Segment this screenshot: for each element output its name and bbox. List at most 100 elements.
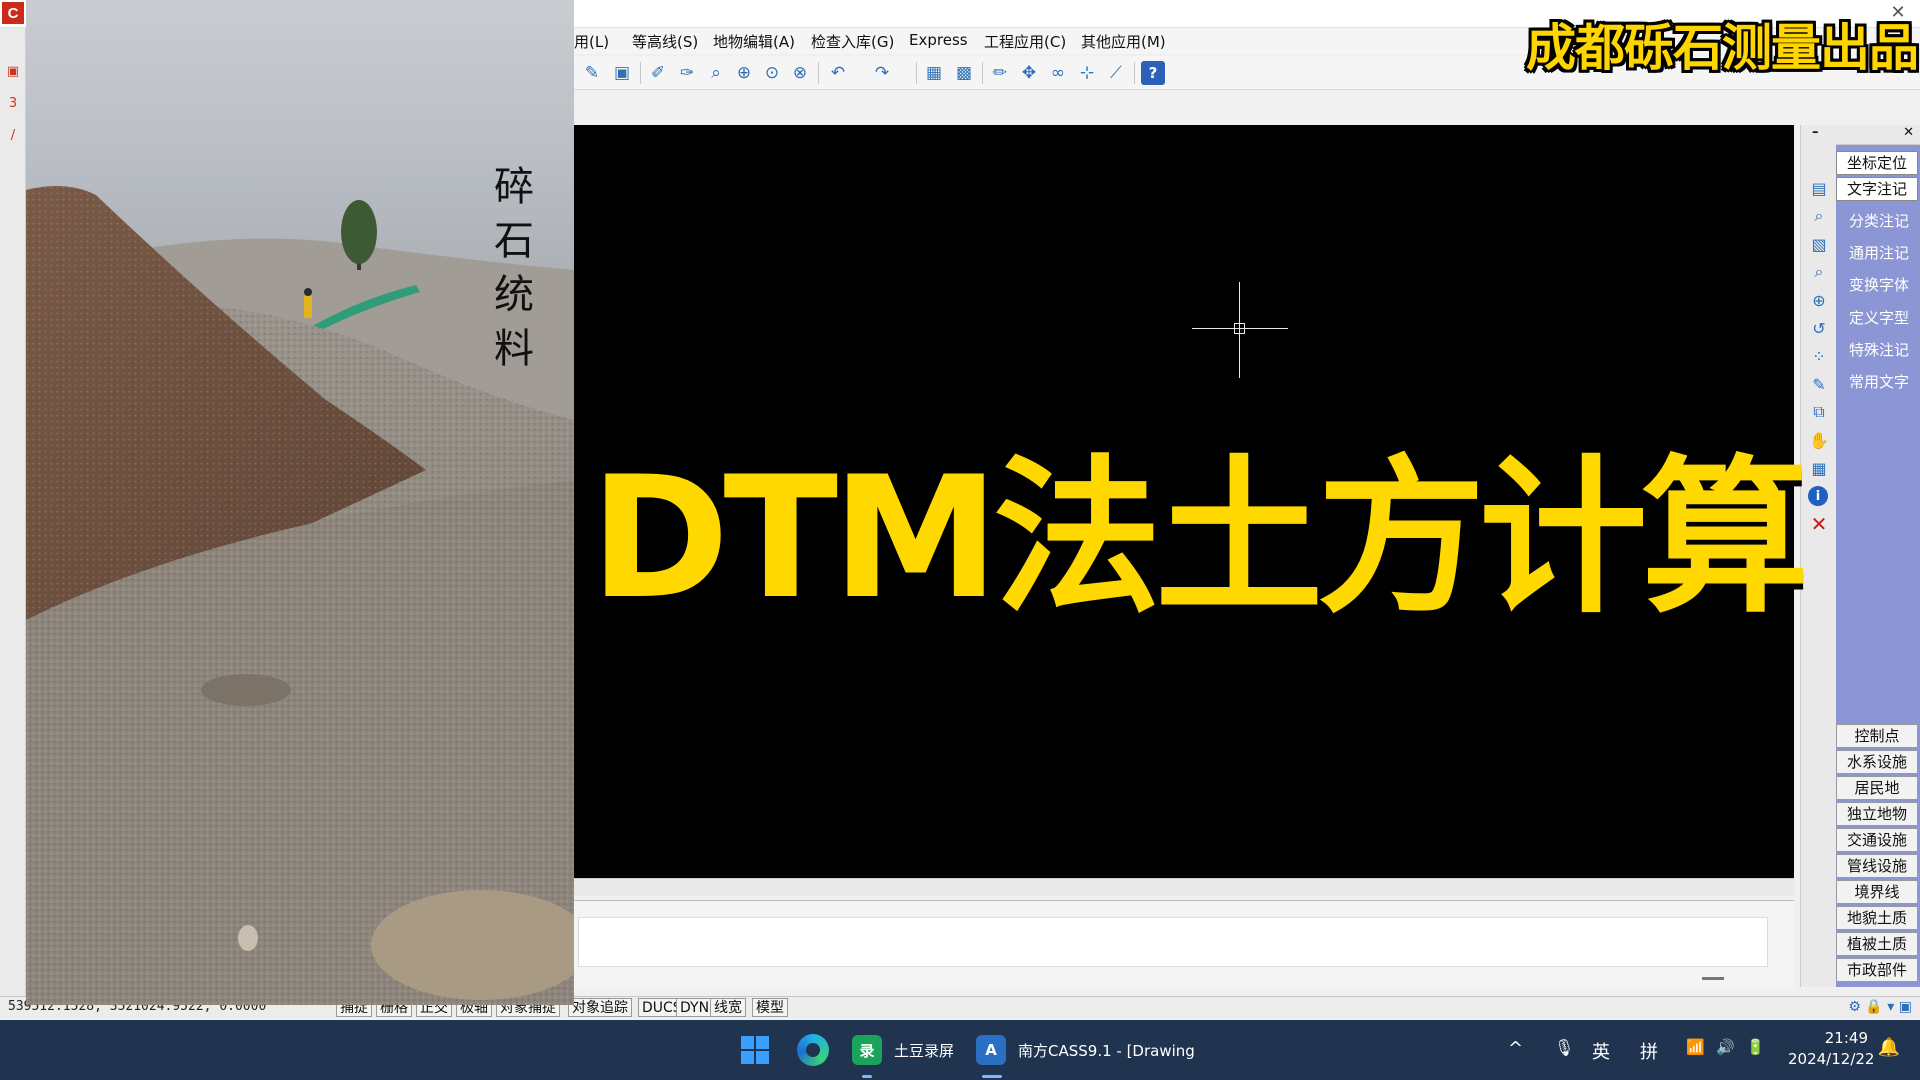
volume-icon[interactable]: 🔊 [1716, 1038, 1735, 1056]
grid-icon[interactable]: ▩ [952, 61, 976, 85]
left-tool-strip: ▣ 3 / [0, 28, 26, 1008]
layer-icon[interactable]: ▦ [922, 61, 946, 85]
horizontal-scrollbar[interactable] [574, 878, 1794, 896]
command-input[interactable] [578, 917, 1768, 967]
panel-button-independent-feature[interactable]: 独立地物 [1836, 802, 1918, 826]
zoom-in-icon[interactable]: ⊕ [732, 61, 756, 85]
brand-watermark: 成都砾石测量出品 [1526, 19, 1919, 77]
undo-icon[interactable]: ↶ [826, 61, 850, 85]
panel-link-special-annotation[interactable]: 特殊注记 [1840, 338, 1918, 362]
panel-button-water-system[interactable]: 水系设施 [1836, 750, 1918, 774]
wifi-icon[interactable]: 📶 [1686, 1038, 1705, 1056]
panel-button-landform[interactable]: 地貌土质 [1836, 906, 1918, 930]
panel-button-residential[interactable]: 居民地 [1836, 776, 1918, 800]
zoom-realtime-icon[interactable]: ⌕ [704, 61, 728, 85]
panel-button-control-point[interactable]: 控制点 [1836, 724, 1918, 748]
menu-item-other[interactable]: 其他应用(M) [1081, 31, 1166, 52]
pen-icon[interactable]: ✐ [646, 61, 670, 85]
line-tool-icon[interactable]: / [4, 128, 22, 146]
panel-minimize-button[interactable]: – [1812, 125, 1819, 140]
ime-mode-indicator[interactable]: 拼 [1640, 1038, 1658, 1064]
save-icon[interactable]: ▣ [610, 61, 634, 85]
open-icon[interactable]: ✎ [580, 61, 604, 85]
search-icon[interactable]: ⌕ [1808, 205, 1830, 227]
command-window [574, 900, 1794, 988]
trim-icon[interactable]: ⊹ [1075, 61, 1099, 85]
status-tray-icons[interactable]: ⚙ 🔒 ▾ ▣ [1848, 999, 1912, 1015]
menu-item-contour[interactable]: 等高线(S) [632, 31, 698, 52]
cass-logo-icon[interactable]: C [2, 2, 24, 24]
panel-link-change-font[interactable]: 变换字体 [1840, 273, 1918, 297]
gravel-depression [201, 674, 291, 706]
panel-button-boundary[interactable]: 境界线 [1836, 880, 1918, 904]
delete-icon[interactable]: ✕ [1808, 512, 1830, 536]
pencil-icon[interactable]: ✎ [1808, 373, 1830, 395]
start-button[interactable] [741, 1036, 769, 1064]
panel-close-button[interactable]: ✕ [1903, 125, 1914, 140]
menu-item-apply[interactable]: 用(L) [574, 31, 609, 52]
node-icon[interactable]: ⁘ [1808, 345, 1830, 367]
overlay-icon[interactable]: ⧉ [1808, 401, 1830, 423]
panel-button-vegetation[interactable]: 植被土质 [1836, 932, 1918, 956]
gravel-stockpile-photo: 碎 石 统 料 [26, 0, 574, 1005]
status-toggle-model[interactable]: 模型 [752, 998, 788, 1017]
toolbar-separator [982, 62, 983, 84]
menu-item-express[interactable]: Express [909, 31, 968, 49]
microphone-icon[interactable]: 🎙 [1554, 1038, 1574, 1057]
zoom-extents-icon[interactable]: ⊙ [760, 61, 784, 85]
taskbar-app-cass[interactable]: A 南方CASS9.1 - [Drawing [976, 1028, 1195, 1072]
photo-caption-vertical: 碎 石 统 料 [492, 160, 536, 376]
status-toggle-otrack[interactable]: 对象追踪 [568, 998, 632, 1017]
edge-browser-icon[interactable] [797, 1034, 829, 1066]
pan-icon[interactable]: ✋ [1808, 429, 1830, 451]
panel-link-define-font[interactable]: 定义字型 [1840, 306, 1918, 330]
taskbar-app-label: 南方CASS9.1 - [Drawing [1018, 1041, 1195, 1060]
extend-icon[interactable]: ⟋ [1104, 61, 1128, 85]
zoom-window-icon[interactable]: ⊗ [788, 61, 812, 85]
attribute-icon[interactable]: ▧ [1808, 233, 1830, 255]
panel-button-municipal[interactable]: 市政部件 [1836, 958, 1918, 982]
system-clock[interactable]: 21:49 2024/12/22 [1788, 1028, 1874, 1070]
menu-item-feature-edit[interactable]: 地物编辑(A) [713, 31, 795, 52]
link-icon[interactable]: ∞ [1046, 61, 1070, 85]
panel-link-category-annotation[interactable]: 分类注记 [1840, 209, 1918, 233]
zoom-window-icon[interactable]: ⊕ [1808, 289, 1830, 311]
panel-button-text-annotation[interactable]: 文字注记 [1836, 177, 1918, 201]
menu-item-check-db[interactable]: 检查入库(G) [811, 31, 894, 52]
help-icon[interactable]: ? [1141, 61, 1165, 85]
pickbox-cursor [1234, 323, 1245, 334]
photo-caption-char: 碎 [494, 164, 534, 210]
status-toggle-dyn[interactable]: DYN [676, 998, 714, 1017]
notification-bell-icon[interactable]: 🔔 [1876, 1037, 1902, 1063]
ime-language-indicator[interactable]: 英 [1592, 1038, 1610, 1064]
worker-head [304, 288, 312, 296]
rotate-icon[interactable]: ↺ [1808, 317, 1830, 339]
table-icon[interactable]: ▦ [1808, 457, 1830, 479]
panel-button-coordinate-locate[interactable]: 坐标定位 [1836, 151, 1918, 175]
taskbar-app-tudou-recorder[interactable]: 录 土豆录屏 [852, 1028, 954, 1072]
tree-icon [341, 200, 377, 264]
panel-button-transport[interactable]: 交通设施 [1836, 828, 1918, 852]
layer-tool-icon[interactable]: ▣ [4, 64, 22, 82]
redo-icon[interactable]: ↷ [870, 61, 894, 85]
tray-overflow-chevron-icon[interactable]: ^ [1508, 1038, 1523, 1059]
layer-manager-icon[interactable]: ▤ [1808, 177, 1830, 199]
panel-link-general-annotation[interactable]: 通用注记 [1840, 241, 1918, 265]
three-d-tool-icon[interactable]: 3 [4, 96, 22, 114]
status-toggle-lineweight[interactable]: 线宽 [710, 998, 746, 1017]
zoom-icon[interactable]: ⌕ [1808, 261, 1830, 283]
move-icon[interactable]: ✥ [1017, 61, 1041, 85]
taskbar-running-indicator [862, 1075, 872, 1078]
recorder-icon: 录 [852, 1035, 882, 1065]
panel-link-common-text[interactable]: 常用文字 [1840, 370, 1918, 394]
video-title-overlay: DTM法土方计算 [590, 440, 1809, 636]
menu-item-engineering[interactable]: 工程应用(C) [984, 31, 1066, 52]
windows-logo-icon [741, 1036, 754, 1049]
info-icon[interactable]: i [1808, 486, 1828, 506]
panel-button-pipeline[interactable]: 管线设施 [1836, 854, 1918, 878]
command-window-grip[interactable] [1702, 977, 1724, 980]
draw-icon[interactable]: ✏ [988, 61, 1012, 85]
battery-icon[interactable]: 🔋 [1746, 1038, 1765, 1056]
edit-icon[interactable]: ✑ [675, 61, 699, 85]
photo-scene [26, 186, 574, 1005]
